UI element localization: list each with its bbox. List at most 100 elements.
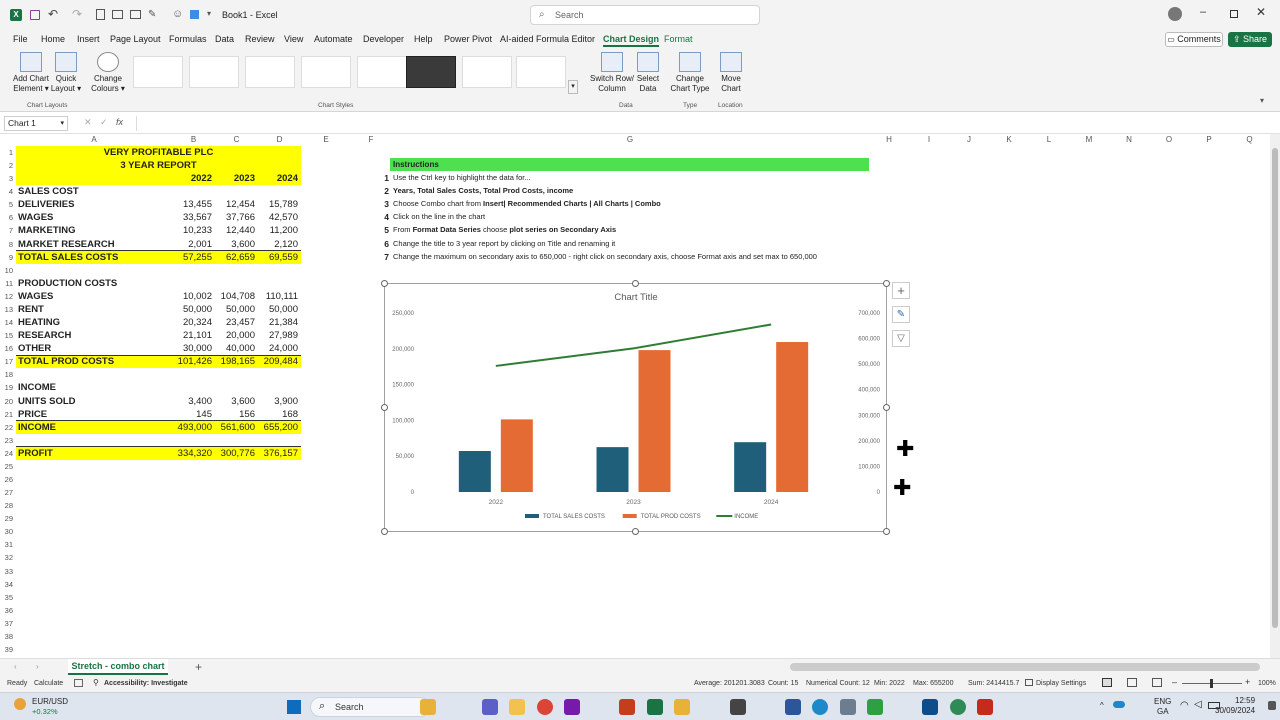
word-icon[interactable]	[785, 699, 801, 715]
value-cell[interactable]: 10,233	[172, 224, 215, 237]
value-cell[interactable]: 11,200	[258, 224, 301, 237]
column-header[interactable]: C	[215, 134, 258, 146]
tab-chart-design[interactable]: Chart Design	[603, 34, 660, 47]
page-layout-view-icon[interactable]	[1127, 678, 1137, 687]
value-cell[interactable]: 21,101	[172, 329, 215, 342]
emoji-icon[interactable]: ☺	[172, 8, 183, 20]
row-header[interactable]: 36	[0, 604, 14, 617]
column-header[interactable]: O	[1149, 134, 1189, 146]
app-icon[interactable]	[922, 699, 938, 715]
onenote-icon[interactable]	[564, 699, 580, 715]
legend-label[interactable]: TOTAL SALES COSTS	[543, 514, 605, 520]
row-header[interactable]: 9	[0, 251, 14, 264]
row-header[interactable]: 10	[0, 264, 14, 277]
move-chart-button[interactable]: Move Chart	[716, 52, 746, 94]
column-header[interactable]: I	[909, 134, 949, 146]
row-label[interactable]: UNITS SOLD	[16, 395, 172, 408]
change-colours-button[interactable]: Change Colours ▾	[90, 52, 126, 94]
column-header[interactable]: B	[172, 134, 215, 146]
numerical-count-stat[interactable]: Numerical Count: 12	[806, 680, 870, 687]
secondary-y-axis-tick-label[interactable]: 400,000	[858, 388, 880, 394]
column-header[interactable]: K	[989, 134, 1029, 146]
restore-icon[interactable]	[1230, 10, 1238, 18]
tab-help[interactable]: Help	[414, 34, 433, 44]
chart-line-series[interactable]	[495, 323, 772, 367]
row-header[interactable]: 2	[0, 159, 14, 172]
x-axis-tick-label[interactable]: 2023	[626, 499, 641, 506]
row-header[interactable]: 13	[0, 303, 14, 316]
y-axis-tick-label[interactable]: 250,000	[392, 311, 414, 317]
column-header[interactable]: J	[949, 134, 989, 146]
app-icon[interactable]	[977, 699, 993, 715]
vertical-scrollbar[interactable]	[1270, 134, 1280, 658]
avatar[interactable]	[1168, 7, 1182, 21]
display-settings-icon[interactable]	[1025, 679, 1033, 686]
row-header[interactable]: 37	[0, 617, 14, 630]
chart-handle[interactable]	[883, 404, 890, 411]
start-icon[interactable]	[287, 700, 301, 714]
value-cell[interactable]: 2,001	[172, 238, 215, 251]
value-cell[interactable]: 50,000	[172, 303, 215, 316]
chart-style-3[interactable]	[245, 56, 295, 88]
secondary-y-axis-tick-label[interactable]: 600,000	[858, 337, 880, 343]
value-cell[interactable]: 655,200	[258, 420, 301, 434]
row-header[interactable]: 32	[0, 551, 14, 564]
value-cell[interactable]: 12,454	[215, 198, 258, 211]
chart-style-8[interactable]	[516, 56, 566, 88]
max-stat[interactable]: Max: 655200	[913, 680, 953, 687]
accessibility-status[interactable]: Accessibility: Investigate	[104, 680, 188, 687]
chart-title[interactable]: Chart Title	[614, 292, 657, 303]
column-header[interactable]: H	[869, 134, 909, 146]
row-label[interactable]: TOTAL SALES COSTS	[16, 250, 172, 264]
chart-handle[interactable]	[632, 280, 639, 287]
change-chart-type-button[interactable]: Change Chart Type	[670, 52, 710, 94]
legend-label[interactable]: INCOME	[734, 514, 758, 520]
chrome-icon[interactable]	[537, 699, 553, 715]
formula-input[interactable]	[136, 116, 1266, 131]
row-header[interactable]: 39	[0, 643, 14, 656]
chart-style-1[interactable]	[133, 56, 183, 88]
new-file-icon[interactable]	[96, 9, 105, 20]
value-cell[interactable]: 334,320	[172, 446, 215, 460]
year-header[interactable]: 2023	[215, 172, 258, 186]
tab-automate[interactable]: Automate	[314, 34, 353, 44]
row-header[interactable]: 27	[0, 486, 14, 499]
value-cell[interactable]: 24,000	[258, 342, 301, 355]
value-cell[interactable]: 57,255	[172, 250, 215, 264]
value-cell[interactable]: 300,776	[215, 446, 258, 460]
enter-icon[interactable]: ✓	[100, 117, 108, 128]
legend-swatch[interactable]	[622, 514, 637, 518]
value-cell[interactable]: 13,455	[172, 198, 215, 211]
section-header[interactable]: SALES COST	[18, 185, 174, 198]
column-header[interactable]: M	[1069, 134, 1109, 146]
folder-icon[interactable]	[509, 699, 525, 715]
row-label[interactable]: PROFIT	[16, 446, 172, 460]
file-explorer-icon[interactable]	[420, 699, 436, 715]
row-header[interactable]: 35	[0, 591, 14, 604]
app-icon[interactable]	[730, 699, 746, 715]
chart-style-4[interactable]	[301, 56, 351, 88]
sheet-tab-active[interactable]: Stretch - combo chart	[68, 659, 168, 675]
secondary-y-axis-tick-label[interactable]: 200,000	[858, 439, 880, 445]
row-label[interactable]: HEATING	[16, 316, 172, 329]
add-chart-element-button[interactable]: Add Chart Element ▾	[12, 52, 50, 94]
x-axis-tick-label[interactable]: 2022	[489, 499, 504, 506]
sum-stat[interactable]: Sum: 2414415.7	[968, 680, 1019, 687]
row-header[interactable]: 21	[0, 408, 14, 421]
row-header[interactable]: 29	[0, 512, 14, 525]
column-header[interactable]: N	[1109, 134, 1149, 146]
value-cell[interactable]: 561,600	[215, 420, 258, 434]
row-header[interactable]: 6	[0, 211, 14, 224]
value-cell[interactable]: 69,559	[258, 250, 301, 264]
edge-icon[interactable]	[812, 699, 828, 715]
value-cell[interactable]: 156	[215, 408, 258, 421]
row-label[interactable]: TOTAL PROD COSTS	[16, 355, 172, 369]
row-header[interactable]: 34	[0, 578, 14, 591]
year-header[interactable]: 2022	[172, 172, 215, 186]
row-label[interactable]: MARKET RESEARCH	[16, 238, 172, 251]
row-header[interactable]: 33	[0, 565, 14, 578]
value-cell[interactable]: 37,766	[215, 211, 258, 224]
value-cell[interactable]: 15,789	[258, 198, 301, 211]
chrome-icon[interactable]	[950, 699, 966, 715]
chart-bar[interactable]	[638, 350, 671, 492]
